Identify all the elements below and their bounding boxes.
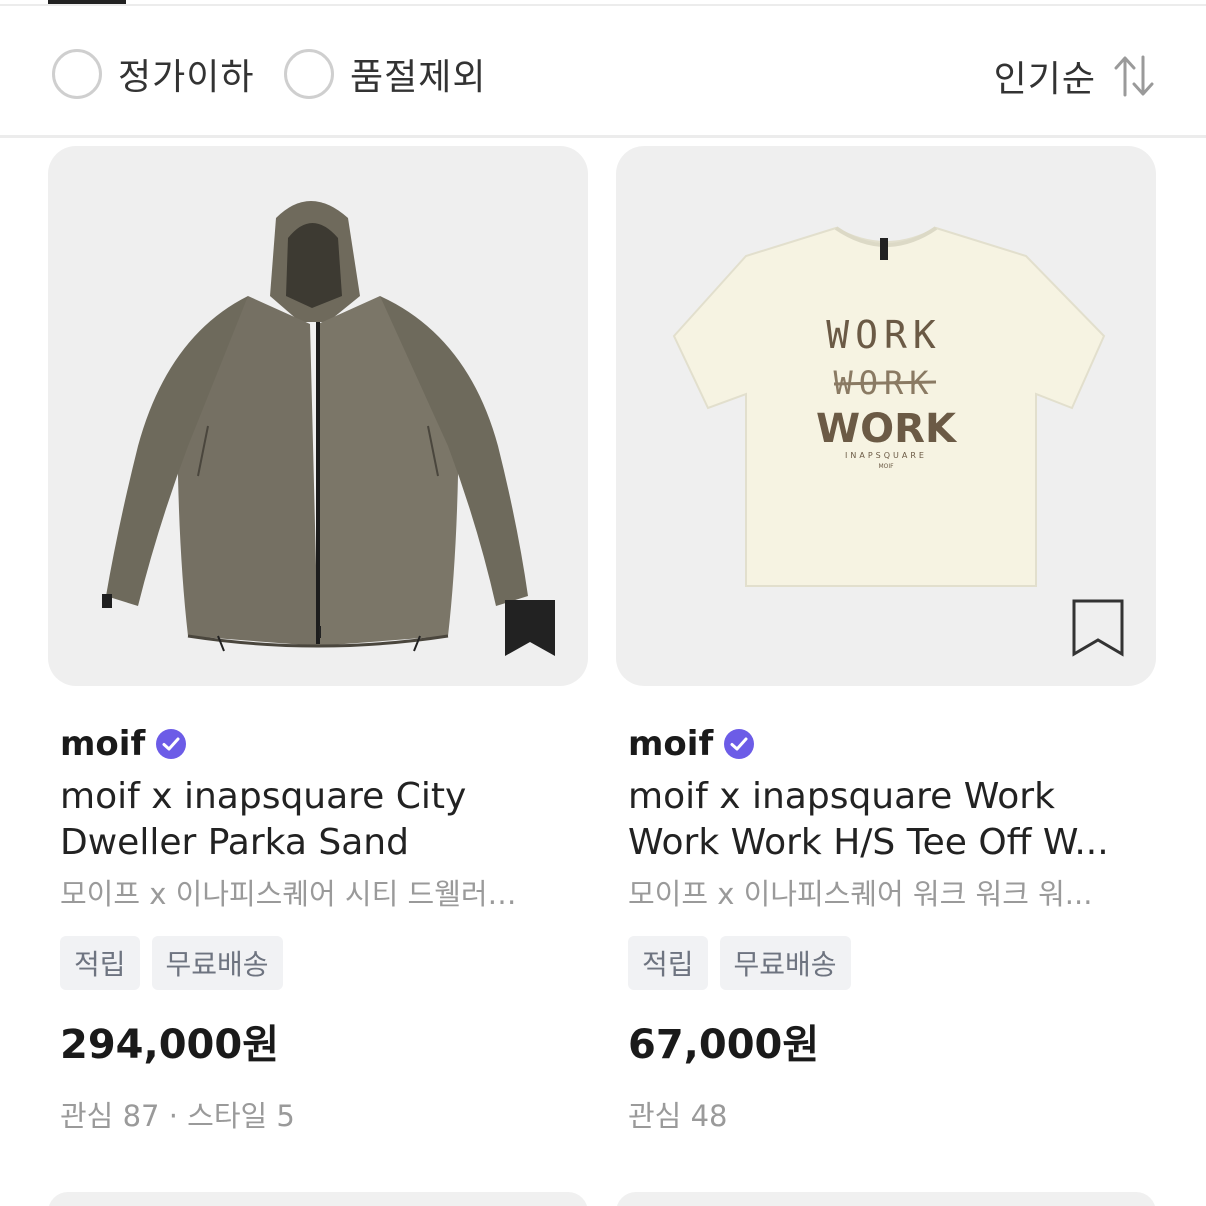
print-work-top: WORK [826,313,942,357]
badge-free-shipping: 무료배송 [151,936,283,990]
badge-points: 적립 [628,936,708,990]
product-card-next[interactable] [48,1192,588,1206]
filter-bar: 정가이하 품절제외 인기순 [0,6,1206,138]
verified-badge-icon [156,729,187,759]
print-work-bottom: WORK [816,406,958,452]
bookmark-filled-icon[interactable] [502,598,558,658]
product-price: 294,000원 [60,1022,279,1068]
sort-button[interactable]: 인기순 [994,50,1154,102]
brand-name[interactable]: moif [628,724,713,764]
filter-exclude-soldout[interactable]: 품절제외 [284,48,486,100]
filter-below-retail[interactable]: 정가이하 [52,48,254,100]
product-title[interactable]: moif x inapsquare City Dweller Parka San… [60,774,576,866]
product-subtitle: 모이프 x 이나피스퀘어 시티 드웰러… [60,877,517,911]
filter-label: 품절제외 [350,57,487,98]
print-brand-small: INAPSQUARE [845,451,927,460]
filter-label: 정가이하 [118,57,255,98]
badge-points: 적립 [60,936,140,990]
product-image[interactable]: WORK WORK WORK INAPSQUARE MOIF [616,146,1156,686]
sort-arrows-icon [1114,55,1154,97]
print-brand-tiny: MOIF [878,463,894,470]
sort-label: 인기순 [993,59,1096,100]
badge-free-shipping: 무료배송 [719,936,851,990]
product-card[interactable]: WORK WORK WORK INAPSQUARE MOIF moif moif… [616,146,1156,1133]
radio-unchecked-icon[interactable] [284,49,334,99]
radio-unchecked-icon[interactable] [52,49,102,99]
product-subtitle: 모이프 x 이나피스퀘어 워크 워크 워... [628,877,1093,911]
product-meta: 관심 48 [628,1099,728,1133]
product-meta: 관심 87 · 스타일 5 [60,1099,295,1133]
product-price: 67,000원 [628,1022,820,1068]
product-card-next[interactable] [616,1192,1156,1206]
bookmark-outline-icon[interactable] [1070,598,1126,658]
brand-name[interactable]: moif [60,724,145,764]
product-card[interactable]: moif moif x inapsquare City Dweller Park… [48,146,588,1133]
verified-badge-icon [724,729,755,759]
product-image[interactable] [48,146,588,686]
product-title[interactable]: moif x inapsquare Work Work Work H/S Tee… [628,774,1144,866]
